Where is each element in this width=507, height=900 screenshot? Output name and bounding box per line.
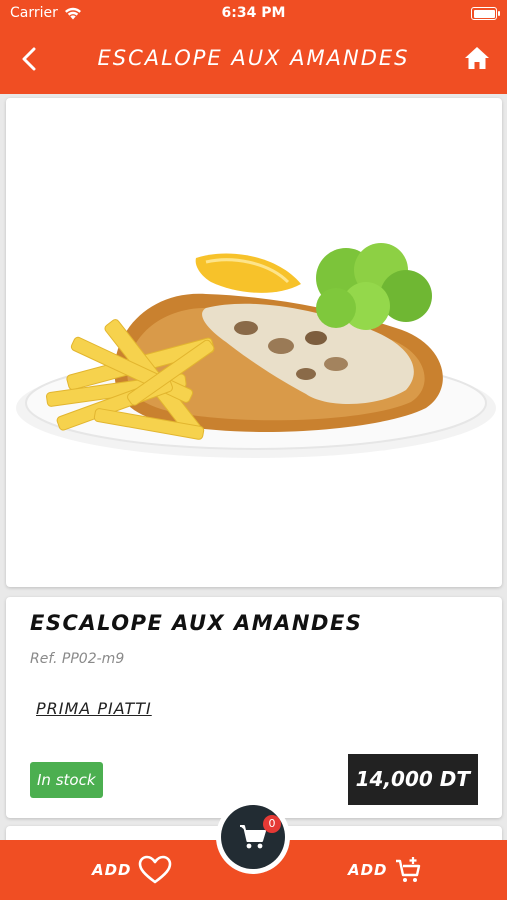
heart-icon — [138, 855, 171, 884]
add-cart-label: ADD — [348, 861, 388, 879]
cart-button-inner: 0 — [221, 805, 285, 869]
add-favorite-label: ADD — [92, 861, 132, 879]
cart-button[interactable]: 0 — [216, 800, 290, 874]
status-bar: Carrier 6:34 PM — [0, 0, 507, 28]
product-ref: Ref. PP02-m9 — [30, 651, 125, 667]
product-info-card: ESCALOPE AUX AMANDES Ref. PP02-m9 PRIMA … — [6, 597, 502, 818]
status-time: 6:34 PM — [221, 5, 286, 21]
add-cart-button[interactable]: ADD — [348, 852, 422, 888]
price-label: 14,000 DT — [347, 754, 478, 805]
product-category-link[interactable]: PRIMA PIATTI — [36, 699, 152, 718]
cart-icon — [240, 825, 266, 849]
chevron-left-icon — [22, 47, 36, 71]
add-favorite-button[interactable]: ADD — [92, 852, 172, 888]
back-button[interactable] — [14, 42, 44, 76]
home-button[interactable] — [463, 44, 491, 74]
product-image — [16, 243, 496, 458]
product-image-card — [6, 98, 502, 587]
home-icon — [465, 47, 489, 69]
stock-badge: In stock — [30, 762, 103, 798]
page-title: ESCALOPE AUX AMANDES — [97, 46, 410, 70]
cart-count-badge: 0 — [263, 815, 281, 833]
cart-plus-icon — [395, 857, 420, 882]
product-name: ESCALOPE AUX AMANDES — [30, 611, 363, 635]
app-header: Carrier 6:34 PM ESCALOPE AUX AMANDES — [0, 0, 507, 94]
battery-icon — [471, 7, 500, 20]
